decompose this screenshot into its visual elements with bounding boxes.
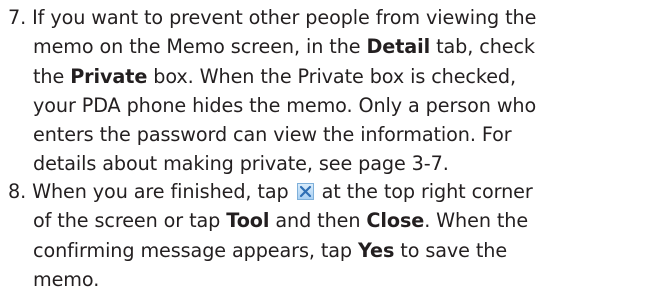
step-8-number: 8. [8, 180, 27, 203]
step-7-line-5: enters the password can view the informa… [33, 123, 512, 147]
step-8-line-3: confirming message appears, tap Yes to s… [33, 238, 508, 262]
step-7-paragraph: 7. If you want to prevent other people f… [8, 3, 658, 179]
close-x-icon [296, 183, 314, 200]
tool-menu-term: Tool [226, 209, 270, 233]
step-8-line-1: 8. When you are finished, tap at the top… [8, 180, 533, 203]
step-7-line-2: memo on the Memo screen, in the Detail t… [33, 35, 535, 59]
step-7-line-4: your PDA phone hides the memo. Only a pe… [33, 93, 537, 117]
step-8-line-2: of the screen or tap Tool and then Close… [33, 209, 529, 233]
step-7-line-6: details about making private, see page 3… [33, 152, 449, 176]
step-8-paragraph: 8. When you are finished, tap at the top… [8, 177, 658, 294]
yes-button-term: Yes [358, 238, 395, 262]
close-command-term: Close [366, 209, 425, 233]
detail-tab-term: Detail [366, 35, 431, 59]
step-7-line-3: the Private box. When the Private box is… [33, 64, 516, 88]
step-7-number: 7. [8, 6, 27, 29]
step-8-line-4: memo. [33, 267, 100, 291]
step-7-line-1: 7. If you want to prevent other people f… [8, 6, 537, 29]
private-box-term: Private [70, 64, 148, 88]
